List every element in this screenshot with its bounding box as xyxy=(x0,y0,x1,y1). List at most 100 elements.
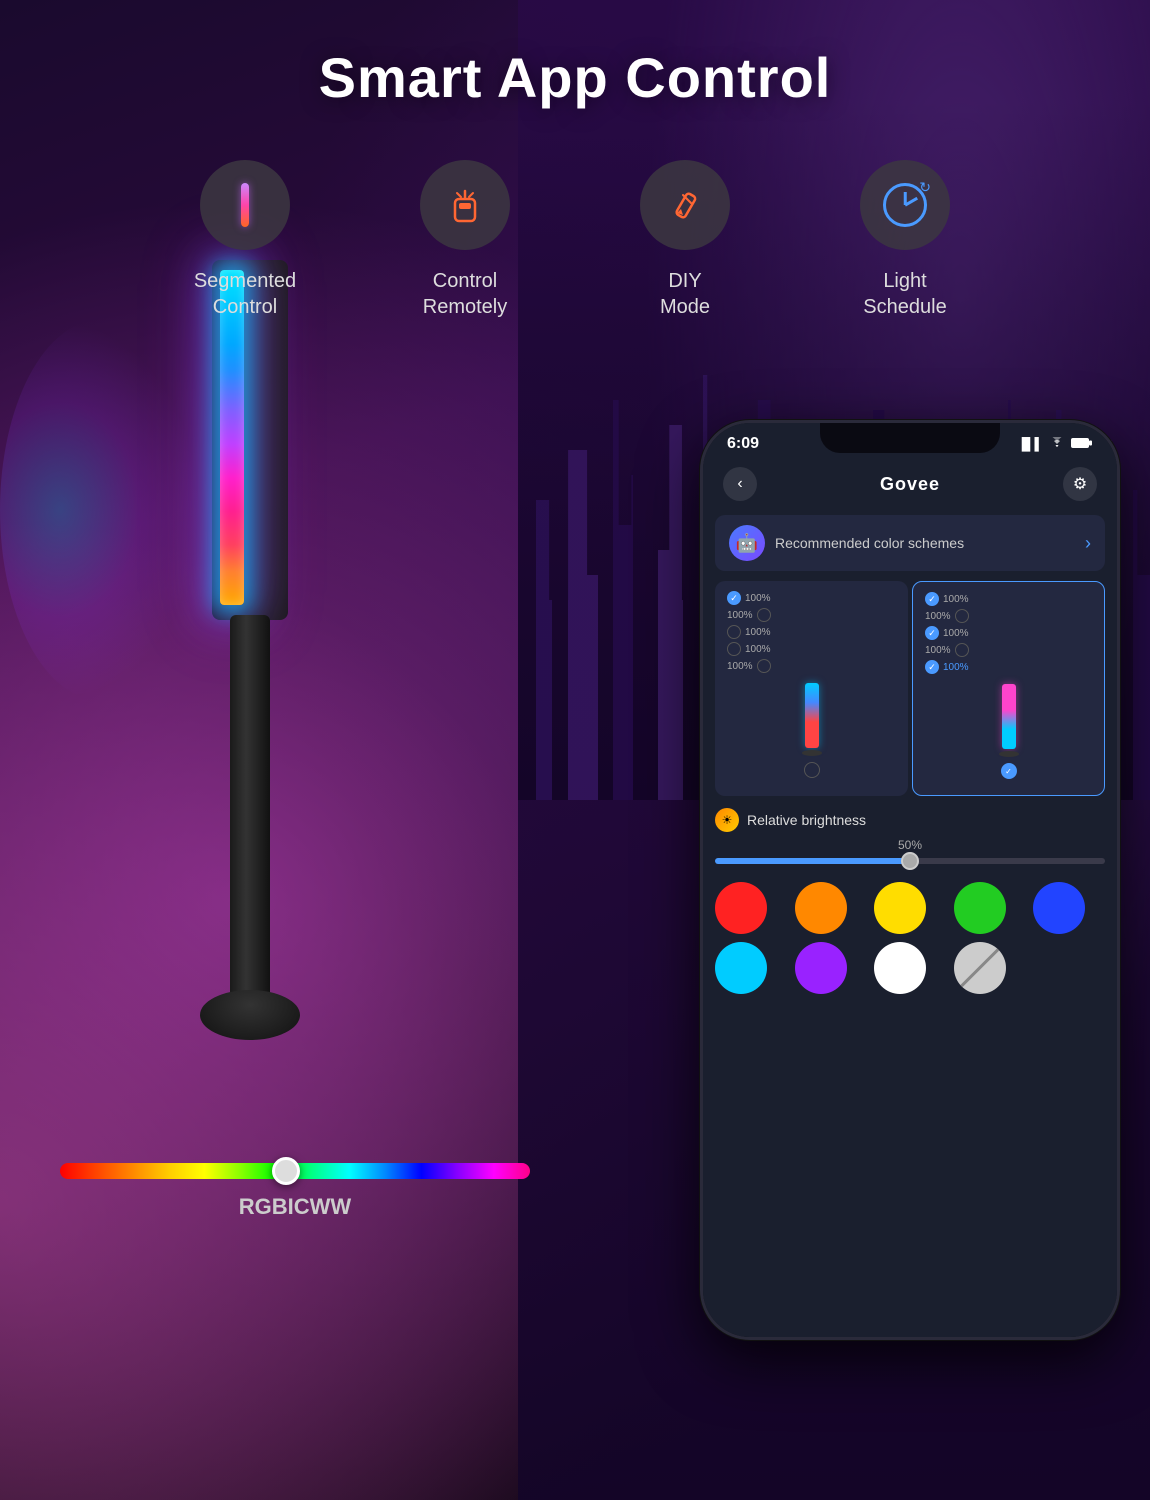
feature-light-schedule: ↻ Light Schedule xyxy=(825,160,985,320)
phone-outer: 6:09 ▐▌▌ ‹ Govee ⚙ xyxy=(700,420,1120,1340)
scheme-row-3: 100% xyxy=(727,625,896,639)
lamp-stand xyxy=(230,615,270,995)
clock-icon-wrapper: ↻ xyxy=(883,183,927,227)
scheme-row-r5: ✓ 100% xyxy=(925,660,1092,674)
lamp-scene xyxy=(60,340,580,1240)
app-title: Govee xyxy=(880,474,940,495)
brightness-section: ☀ Relative brightness 50% xyxy=(703,808,1117,864)
rec-arrow-icon: › xyxy=(1085,533,1091,554)
brightness-header: ☀ Relative brightness xyxy=(715,808,1105,832)
scheme-panel-right[interactable]: ✓ 100% 100% ✓ 100% 100% xyxy=(912,581,1105,796)
phone-notch xyxy=(820,423,1000,453)
settings-button[interactable]: ⚙ xyxy=(1063,467,1097,501)
scheme-rows-right: ✓ 100% 100% ✓ 100% 100% xyxy=(925,592,1092,674)
clock-refresh-icon: ↻ xyxy=(919,179,931,196)
color-swatch-green[interactable] xyxy=(954,882,1006,934)
segmented-bar-icon xyxy=(227,179,263,231)
page-title: Smart App Control xyxy=(0,0,1150,110)
lamp-base xyxy=(200,990,300,1040)
brightness-title: Relative brightness xyxy=(747,812,866,828)
wifi-icon xyxy=(1049,437,1065,452)
mini-lamp-right: ✓ xyxy=(999,684,1019,779)
scheme-lamp-right: ✓ xyxy=(925,684,1092,779)
color-swatch-cyan[interactable] xyxy=(715,942,767,994)
mini-lamp-check-left xyxy=(804,762,820,778)
feature-segmented-control: Segmented Control xyxy=(165,160,325,320)
scheme-check-r3: ✓ xyxy=(925,626,939,640)
control-remotely-icon-bg xyxy=(420,160,510,250)
rainbow-slider-track[interactable] xyxy=(60,1163,530,1179)
rec-text: Recommended color schemes xyxy=(775,535,964,551)
scheme-row-5: 100% xyxy=(727,659,896,673)
mini-lamp-base-right xyxy=(999,751,1019,757)
scheme-row-r4: 100% xyxy=(925,643,1092,657)
mini-lamp-check-right: ✓ xyxy=(1001,763,1017,779)
scheme-check-r2 xyxy=(955,609,969,623)
mini-lamp-bar-left xyxy=(805,683,819,748)
status-icons: ▐▌▌ xyxy=(1017,437,1093,452)
rec-left: 🤖 Recommended color schemes xyxy=(729,525,964,561)
top-section: Smart App Control Segmented Control xyxy=(0,0,1150,420)
scheme-row-4: 100% xyxy=(727,642,896,656)
app-header: ‹ Govee ⚙ xyxy=(703,459,1117,515)
segmented-control-label: Segmented Control xyxy=(194,268,296,320)
scheme-check-3 xyxy=(727,625,741,639)
diy-mode-icon-bg xyxy=(640,160,730,250)
color-swatch-white[interactable] xyxy=(874,942,926,994)
color-swatch-strikethrough[interactable] xyxy=(954,942,1006,994)
mini-lamp-base-left xyxy=(802,750,822,756)
scheme-row-1: ✓ 100% xyxy=(727,591,896,605)
segmented-control-icon-bg xyxy=(200,160,290,250)
scheme-check-2 xyxy=(757,608,771,622)
seg-bar-visual xyxy=(241,183,249,227)
scheme-row-r3: ✓ 100% xyxy=(925,626,1092,640)
color-swatch-blue[interactable] xyxy=(1033,882,1085,934)
slider-label: RGBICWW xyxy=(60,1194,530,1220)
light-schedule-label: Light Schedule xyxy=(863,268,946,320)
brightness-slider-track[interactable] xyxy=(715,858,1105,864)
brightness-percent: 50% xyxy=(715,838,1105,852)
mini-lamp-left xyxy=(802,683,822,778)
brightness-sun-icon: ☀ xyxy=(715,808,739,832)
light-schedule-icon-bg: ↻ xyxy=(860,160,950,250)
phone-wrapper: 6:09 ▐▌▌ ‹ Govee ⚙ xyxy=(700,420,1120,1340)
scheme-check-r1: ✓ xyxy=(925,592,939,606)
brightness-slider-thumb[interactable] xyxy=(901,852,919,870)
scheme-rows-left: ✓ 100% 100% 100% 100% xyxy=(727,591,896,673)
feature-diy-mode: DIY Mode xyxy=(605,160,765,320)
recommended-banner[interactable]: 🤖 Recommended color schemes › xyxy=(715,515,1105,571)
scheme-lamp-left xyxy=(727,683,896,778)
remote-icon xyxy=(443,183,487,227)
back-chevron-icon: ‹ xyxy=(737,475,742,493)
robot-icon: 🤖 xyxy=(729,525,765,561)
scheme-check-4 xyxy=(727,642,741,656)
color-swatch-yellow[interactable] xyxy=(874,882,926,934)
color-swatch-red[interactable] xyxy=(715,882,767,934)
scheme-check-1: ✓ xyxy=(727,591,741,605)
back-button[interactable]: ‹ xyxy=(723,467,757,501)
scheme-check-5 xyxy=(757,659,771,673)
battery-icon xyxy=(1071,437,1093,452)
color-schemes-grid: ✓ 100% 100% 100% 100% xyxy=(703,581,1117,796)
scheme-row-r1: ✓ 100% xyxy=(925,592,1092,606)
slider-thumb[interactable] xyxy=(272,1157,300,1185)
color-swatch-orange[interactable] xyxy=(795,882,847,934)
settings-gear-icon: ⚙ xyxy=(1073,474,1087,494)
color-palette xyxy=(703,874,1117,1002)
scheme-check-r5: ✓ xyxy=(925,660,939,674)
mini-lamp-bar-right xyxy=(1002,684,1016,749)
phone-screen: 6:09 ▐▌▌ ‹ Govee ⚙ xyxy=(703,423,1117,1337)
color-swatch-empty xyxy=(1033,942,1085,994)
pencil-icon xyxy=(663,183,707,227)
color-swatch-purple[interactable] xyxy=(795,942,847,994)
diy-mode-label: DIY Mode xyxy=(660,268,710,320)
feature-control-remotely: Control Remotely xyxy=(385,160,545,320)
control-remotely-label: Control Remotely xyxy=(423,268,507,320)
scheme-panel-left[interactable]: ✓ 100% 100% 100% 100% xyxy=(715,581,908,796)
features-row: Segmented Control Control Remotely xyxy=(0,160,1150,320)
signal-icon: ▐▌▌ xyxy=(1017,437,1043,451)
scheme-row-2: 100% xyxy=(727,608,896,622)
slider-section: RGBICWW xyxy=(60,1163,530,1220)
status-time: 6:09 xyxy=(727,435,759,453)
scheme-check-r4 xyxy=(955,643,969,657)
